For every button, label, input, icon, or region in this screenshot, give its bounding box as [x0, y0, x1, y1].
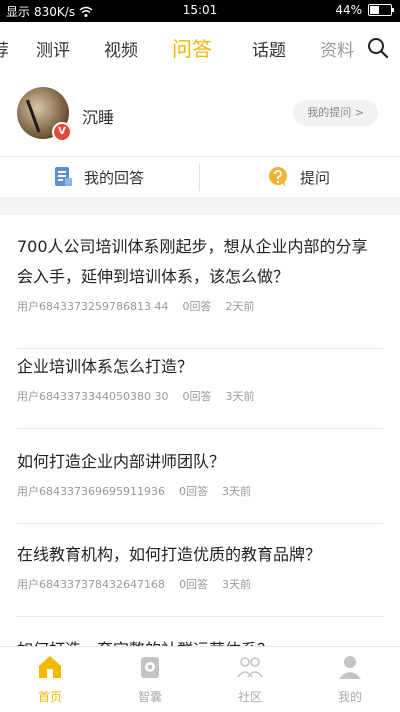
community-icon	[237, 657, 263, 678]
answer-count: 0回答	[178, 485, 208, 498]
nav-home[interactable]: 首页	[10, 653, 90, 705]
my-questions-button[interactable]: 我的提问 >	[293, 100, 378, 126]
question-item[interactable]: 企业培训体系怎么打造？ 用户6843373344050380 30 0回答 3天…	[17, 352, 383, 429]
question-item[interactable]: 在线教育机构，如何打造优质的教育品牌？ 用户684337378432647168…	[17, 540, 383, 617]
question-title[interactable]: 在线教育机构，如何打造优质的教育品牌？	[17, 540, 383, 570]
action-bar: 我的回答 提问	[0, 156, 400, 198]
home-icon	[39, 656, 61, 678]
verified-badge-icon: V	[52, 122, 72, 142]
answer-count: 0回答	[182, 390, 212, 403]
question-user: 用户6843373344050380 30	[17, 390, 169, 403]
answer-count: 0回答	[178, 578, 208, 591]
search-icon[interactable]	[366, 36, 390, 60]
profile-header: V 沉睡 我的提问 >	[0, 74, 400, 156]
my-answers-label: 我的回答	[84, 168, 145, 187]
question-user: 用户6843373259786813 44	[17, 300, 169, 313]
question-title[interactable]: 企业培训体系怎么打造？	[17, 352, 383, 382]
bottom-nav: 首页 智囊 社区 我的	[0, 646, 400, 712]
tab-review[interactable]: 测评	[36, 36, 70, 61]
answer-count: 0回答	[182, 300, 212, 313]
nav-me[interactable]: 我的	[310, 653, 390, 705]
nav-think-tank-label: 智囊	[137, 690, 162, 704]
battery-fill	[370, 6, 379, 14]
post-time: 3天前	[221, 485, 251, 498]
action-divider	[199, 163, 200, 191]
nav-home-label: 首页	[37, 690, 62, 704]
question-meta: 用户6843373259786813 44 0回答 2天前	[17, 298, 383, 314]
think-tank-icon	[141, 657, 159, 678]
tab-video[interactable]: 视频	[104, 36, 138, 61]
question-meta: 用户684337378432647168 0回答 3天前	[17, 576, 383, 592]
tab-topic[interactable]: 话题	[252, 36, 286, 61]
ask-question-button[interactable]: 提问	[266, 157, 330, 197]
post-time: 3天前	[225, 390, 255, 403]
status-bar: 显示 830K/s 15:01 44%	[0, 0, 400, 22]
tab-qa[interactable]: 问答	[172, 33, 212, 62]
nav-community-label: 社区	[237, 690, 262, 704]
nav-think-tank[interactable]: 智囊	[110, 653, 190, 705]
battery-percent: 44%	[335, 3, 362, 17]
question-item[interactable]: 如何打造企业内部讲师团队？ 用户684337369695911936 0回答 3…	[17, 447, 383, 524]
tab-recommend[interactable]: 荐	[0, 36, 9, 61]
question-user: 用户684337369695911936	[17, 485, 165, 498]
question-meta: 用户684337369695911936 0回答 3天前	[17, 483, 383, 499]
question-title[interactable]: 如何打造企业内部讲师团队？	[17, 447, 383, 477]
question-bubble-icon	[269, 167, 287, 187]
post-time: 3天前	[221, 578, 251, 591]
document-icon	[55, 167, 72, 186]
question-title[interactable]: 700人公司培训体系刚起步，想从企业内部的分享会入手，延伸到培训体系，该怎么做？	[17, 232, 383, 292]
ask-label: 提问	[300, 168, 331, 187]
question-user: 用户684337378432647168	[17, 578, 165, 591]
nav-me-label: 我的	[337, 690, 362, 704]
top-tab-bar: 荐 测评 视频 问答 话题 资料	[0, 22, 400, 74]
section-gap	[0, 197, 400, 215]
my-answers-button[interactable]: 我的回答	[52, 157, 144, 197]
question-meta: 用户6843373344050380 30 0回答 3天前	[17, 388, 383, 404]
post-time: 2天前	[225, 300, 255, 313]
username: 沉睡	[82, 108, 115, 127]
profile-icon	[339, 656, 361, 679]
tab-materials[interactable]: 资料	[320, 36, 354, 61]
nav-community[interactable]: 社区	[210, 653, 290, 705]
question-item[interactable]: 700人公司培训体系刚起步，想从企业内部的分享会入手，延伸到培训体系，该怎么做？…	[17, 232, 383, 349]
status-right: 44%	[335, 3, 394, 17]
battery-icon	[368, 4, 394, 16]
